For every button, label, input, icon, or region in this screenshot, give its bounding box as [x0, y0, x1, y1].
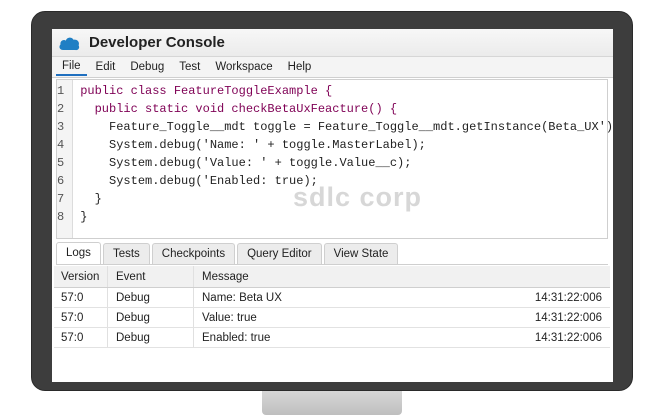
- menu-bar: File Edit Debug Test Workspace Help: [52, 57, 613, 78]
- menu-workspace[interactable]: Workspace: [209, 59, 278, 75]
- column-header-message[interactable]: Message: [194, 266, 610, 287]
- timestamp: 14:31:22:006: [534, 312, 602, 324]
- cell-version: 57:0: [54, 308, 108, 327]
- line-number: 3: [57, 120, 65, 134]
- tab-view-state[interactable]: View State: [323, 243, 399, 264]
- log-table: Version Event Message 57:0 Debug Name: B…: [54, 266, 610, 348]
- menu-help[interactable]: Help: [282, 59, 318, 75]
- window-title: Developer Console: [89, 34, 225, 51]
- code-line: System.debug('Value: ' + toggle.Value__c…: [80, 156, 412, 170]
- table-row[interactable]: 57:0 Debug Value: true 14:31:22:006: [54, 308, 610, 328]
- line-number: 6: [57, 174, 65, 188]
- line-number: 1: [57, 84, 65, 98]
- tab-tests[interactable]: Tests: [102, 243, 150, 264]
- monitor-stand: [262, 388, 402, 415]
- cell-message: Name: Beta UX 14:31:22:006: [194, 288, 610, 307]
- menu-test[interactable]: Test: [173, 59, 206, 75]
- cell-event: Debug: [108, 308, 194, 327]
- line-number: 7: [57, 192, 65, 206]
- panel-tabs: Logs Tests Checkpoints Query Editor View…: [56, 242, 608, 265]
- message-text: Value: true: [202, 312, 257, 324]
- cell-message: Value: true 14:31:22:006: [194, 308, 610, 327]
- cell-event: Debug: [108, 328, 194, 347]
- code-line: public class FeatureToggleExample {: [80, 84, 333, 98]
- cell-version: 57:0: [54, 328, 108, 347]
- message-text: Name: Beta UX: [202, 292, 282, 304]
- timestamp: 14:31:22:006: [534, 292, 602, 304]
- menu-file[interactable]: File: [56, 58, 87, 76]
- code-area[interactable]: public class FeatureToggleExample { publ…: [73, 80, 613, 238]
- title-bar: Developer Console: [52, 29, 613, 57]
- code-line: public static void checkBetaUxFeacture()…: [80, 102, 398, 116]
- timestamp: 14:31:22:006: [534, 332, 602, 344]
- tab-logs[interactable]: Logs: [56, 242, 101, 264]
- message-text: Enabled: true: [202, 332, 271, 344]
- line-number: 4: [57, 138, 65, 152]
- developer-console-window: Developer Console File Edit Debug Test W…: [52, 29, 613, 382]
- line-number: 5: [57, 156, 65, 170]
- table-row[interactable]: 57:0 Debug Name: Beta UX 14:31:22:006: [54, 288, 610, 308]
- table-header: Version Event Message: [54, 266, 610, 288]
- cell-message: Enabled: true 14:31:22:006: [194, 328, 610, 347]
- tab-query-editor[interactable]: Query Editor: [237, 243, 322, 264]
- line-number: 8: [57, 210, 65, 224]
- column-header-message-label: Message: [202, 271, 249, 283]
- cell-version: 57:0: [54, 288, 108, 307]
- column-header-version[interactable]: Version: [54, 266, 108, 287]
- cell-event: Debug: [108, 288, 194, 307]
- code-line: System.debug('Name: ' + toggle.MasterLab…: [80, 138, 426, 152]
- tab-checkpoints[interactable]: Checkpoints: [151, 243, 236, 264]
- code-line: Feature_Toggle__mdt toggle = Feature_Tog…: [80, 120, 613, 134]
- menu-edit[interactable]: Edit: [90, 59, 122, 75]
- watermark: sdlc corp: [293, 182, 423, 212]
- menu-debug[interactable]: Debug: [124, 59, 170, 75]
- table-row[interactable]: 57:0 Debug Enabled: true 14:31:22:006: [54, 328, 610, 348]
- line-number: 2: [57, 102, 65, 116]
- monitor-frame: Developer Console File Edit Debug Test W…: [31, 11, 633, 391]
- code-editor[interactable]: 1 2 3 4 5 6 7 8 public class FeatureTogg…: [56, 79, 613, 239]
- column-header-event[interactable]: Event: [108, 266, 194, 287]
- salesforce-cloud-icon: [59, 37, 80, 50]
- line-number-gutter: 1 2 3 4 5 6 7 8: [57, 80, 74, 238]
